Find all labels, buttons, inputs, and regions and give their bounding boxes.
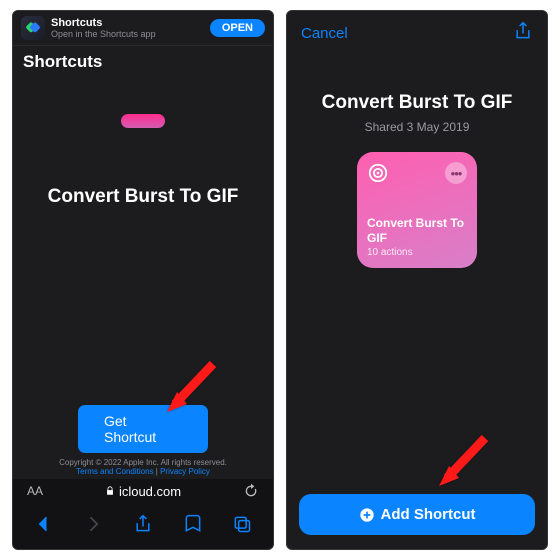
copyright-text: Copyright © 2022 Apple Inc. All rights r… xyxy=(13,458,273,467)
modal-header: Cancel xyxy=(287,11,547,56)
plus-circle-icon xyxy=(359,507,375,523)
more-icon[interactable]: ••• xyxy=(445,162,467,184)
share-icon[interactable] xyxy=(133,514,153,534)
card-subtitle: 10 actions xyxy=(367,247,467,258)
card-title: Convert Burst To GIF xyxy=(367,216,467,245)
privacy-link[interactable]: Privacy Policy xyxy=(160,467,210,476)
share-button[interactable] xyxy=(513,21,533,46)
page-title: Shortcuts xyxy=(23,52,263,72)
right-content: Convert Burst To GIF Shared 3 May 2019 •… xyxy=(287,56,547,549)
banner-app-title: Shortcuts xyxy=(51,17,210,29)
bookmarks-icon[interactable] xyxy=(183,514,203,534)
safari-nav-row xyxy=(13,499,273,549)
right-screenshot: Cancel Convert Burst To GIF Shared 3 May… xyxy=(286,10,548,550)
shortcuts-app-icon xyxy=(21,16,45,40)
get-shortcut-button[interactable]: Get Shortcut xyxy=(78,405,208,453)
url-bar[interactable]: AA icloud.com xyxy=(13,479,273,499)
left-content: Convert Burst To GIF Get Shortcut Copyri… xyxy=(13,78,273,479)
app-store-banner: Shortcuts Open in the Shortcuts app OPEN xyxy=(13,11,273,46)
shortcut-title: Convert Burst To GIF xyxy=(48,186,239,208)
url-domain: icloud.com xyxy=(105,484,181,499)
shortcut-color-pill xyxy=(121,114,165,128)
lock-icon xyxy=(105,486,115,496)
left-screenshot: Shortcuts Open in the Shortcuts app OPEN… xyxy=(12,10,274,550)
reload-icon[interactable] xyxy=(243,483,259,499)
banner-text: Shortcuts Open in the Shortcuts app xyxy=(51,17,210,39)
add-shortcut-button[interactable]: Add Shortcut xyxy=(299,494,535,535)
tabs-icon[interactable] xyxy=(232,514,252,534)
shortcut-title: Convert Burst To GIF xyxy=(322,92,513,114)
legal-footer: Copyright © 2022 Apple Inc. All rights r… xyxy=(13,458,273,479)
add-shortcut-label: Add Shortcut xyxy=(381,506,476,523)
safari-toolbar: AA icloud.com xyxy=(13,479,273,549)
cancel-button[interactable]: Cancel xyxy=(301,25,348,42)
terms-link[interactable]: Terms and Conditions xyxy=(76,467,153,476)
banner-app-subtitle: Open in the Shortcuts app xyxy=(51,29,210,39)
back-icon[interactable] xyxy=(34,514,54,534)
text-size-button[interactable]: AA xyxy=(27,484,43,498)
page-header: Shortcuts xyxy=(13,46,273,78)
shortcut-card[interactable]: ••• Convert Burst To GIF 10 actions xyxy=(357,152,477,268)
forward-icon xyxy=(83,514,103,534)
annotation-arrow xyxy=(435,434,495,499)
shared-date: Shared 3 May 2019 xyxy=(365,120,470,134)
open-button[interactable]: OPEN xyxy=(210,19,265,37)
target-icon xyxy=(367,162,389,184)
